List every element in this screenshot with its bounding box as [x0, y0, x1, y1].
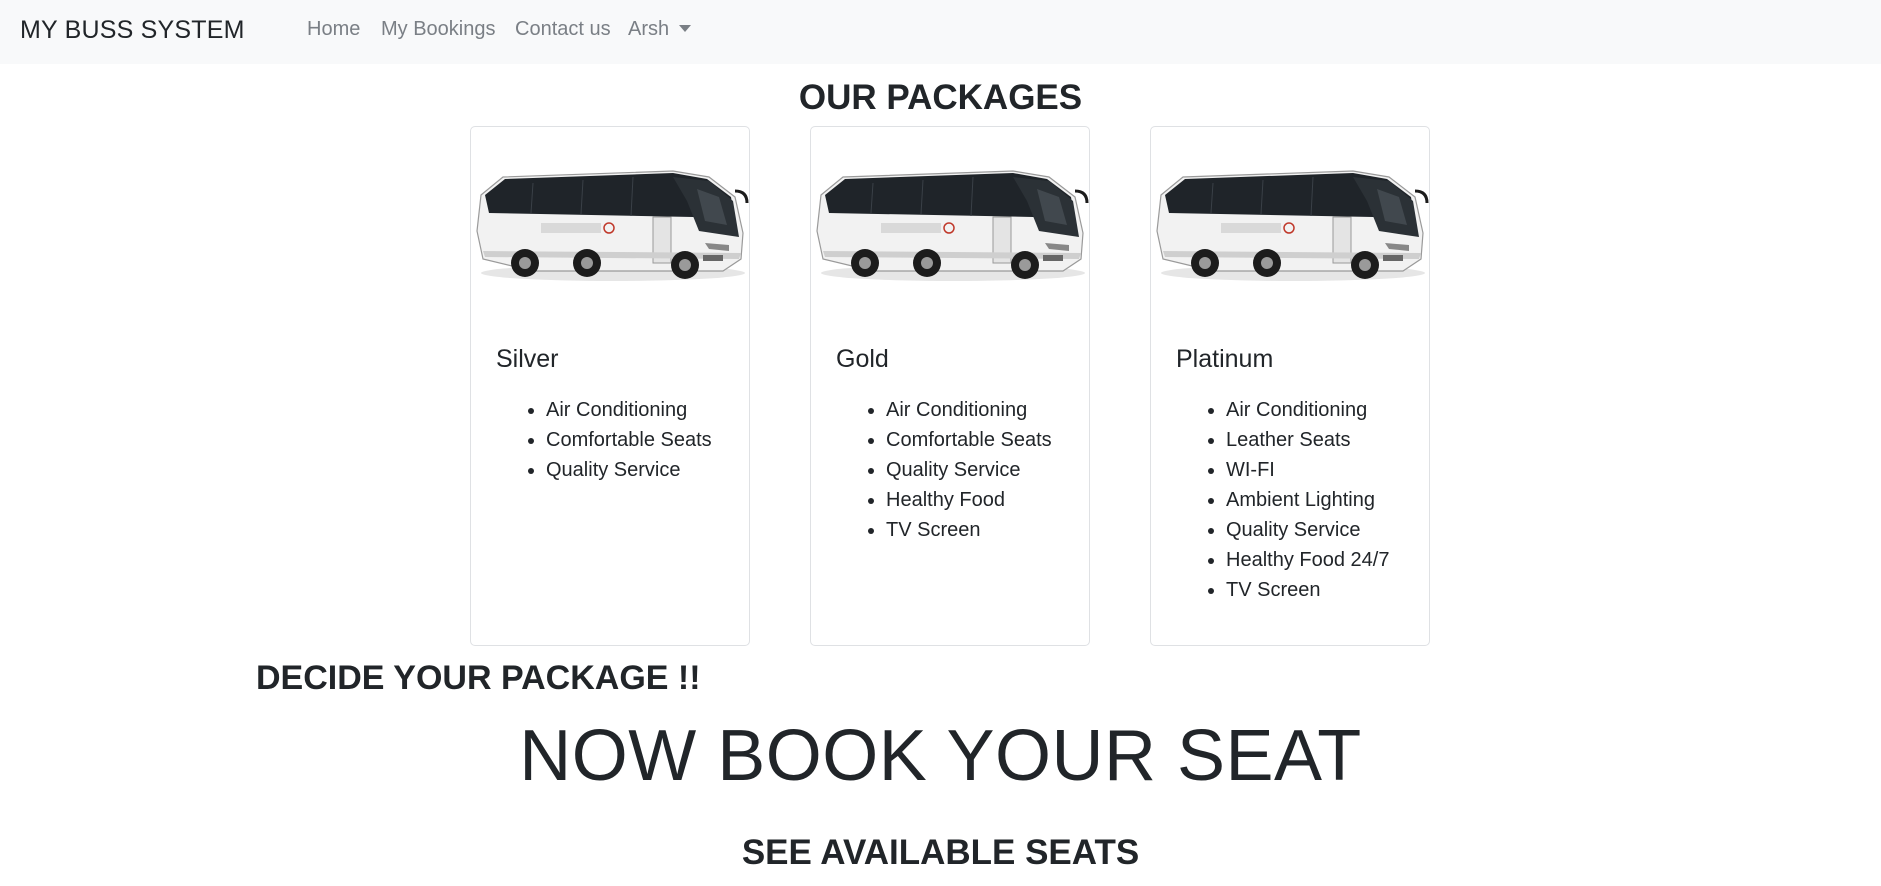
feature-item: Ambient Lighting — [1226, 485, 1389, 515]
feature-item: Leather Seats — [1226, 425, 1389, 455]
feature-list: Air Conditioning Leather Seats WI-FI Amb… — [1226, 395, 1389, 605]
feature-item: Quality Service — [546, 455, 712, 485]
nav-my-bookings[interactable]: My Bookings — [381, 18, 496, 41]
bus-image — [1153, 147, 1429, 317]
feature-item: Quality Service — [886, 455, 1052, 485]
bus-image — [813, 147, 1089, 317]
chevron-down-icon — [679, 25, 692, 32]
user-dropdown[interactable]: Arsh — [628, 18, 692, 41]
package-card-silver: Silver Air Conditioning Comfortable Seat… — [470, 126, 750, 646]
package-card-platinum: Platinum Air Conditioning Leather Seats … — [1150, 126, 1430, 646]
packages-title: OUR PACKAGES — [798, 78, 1083, 117]
book-heading: NOW BOOK YOUR SEAT — [519, 716, 1362, 796]
feature-item: Comfortable Seats — [546, 425, 712, 455]
feature-item: TV Screen — [886, 515, 1052, 545]
brand-logo[interactable]: MY BUSS SYSTEM — [20, 16, 245, 45]
feature-list: Air Conditioning Comfortable Seats Quali… — [546, 395, 712, 485]
feature-item: Air Conditioning — [546, 395, 712, 425]
package-card-gold: Gold Air Conditioning Comfortable Seats … — [810, 126, 1090, 646]
feature-list: Air Conditioning Comfortable Seats Quali… — [886, 395, 1052, 545]
feature-item: Air Conditioning — [886, 395, 1052, 425]
nav-contact-us[interactable]: Contact us — [515, 18, 611, 41]
bus-image — [473, 147, 749, 317]
package-title: Platinum — [1176, 345, 1274, 373]
package-title: Gold — [836, 345, 889, 373]
feature-item: Air Conditioning — [1226, 395, 1389, 425]
feature-item: Quality Service — [1226, 515, 1389, 545]
decide-heading: DECIDE YOUR PACKAGE !! — [256, 659, 701, 697]
see-seats-heading: SEE AVAILABLE SEATS — [741, 833, 1140, 872]
package-title: Silver — [496, 345, 559, 373]
nav-home[interactable]: Home — [307, 18, 360, 41]
user-name: Arsh — [628, 18, 670, 40]
feature-item: Comfortable Seats — [886, 425, 1052, 455]
feature-item: WI-FI — [1226, 455, 1389, 485]
feature-item: TV Screen — [1226, 575, 1389, 605]
navbar: MY BUSS SYSTEM Home My Bookings Contact … — [0, 0, 1881, 64]
feature-item: Healthy Food 24/7 — [1226, 545, 1389, 575]
feature-item: Healthy Food — [886, 485, 1052, 515]
